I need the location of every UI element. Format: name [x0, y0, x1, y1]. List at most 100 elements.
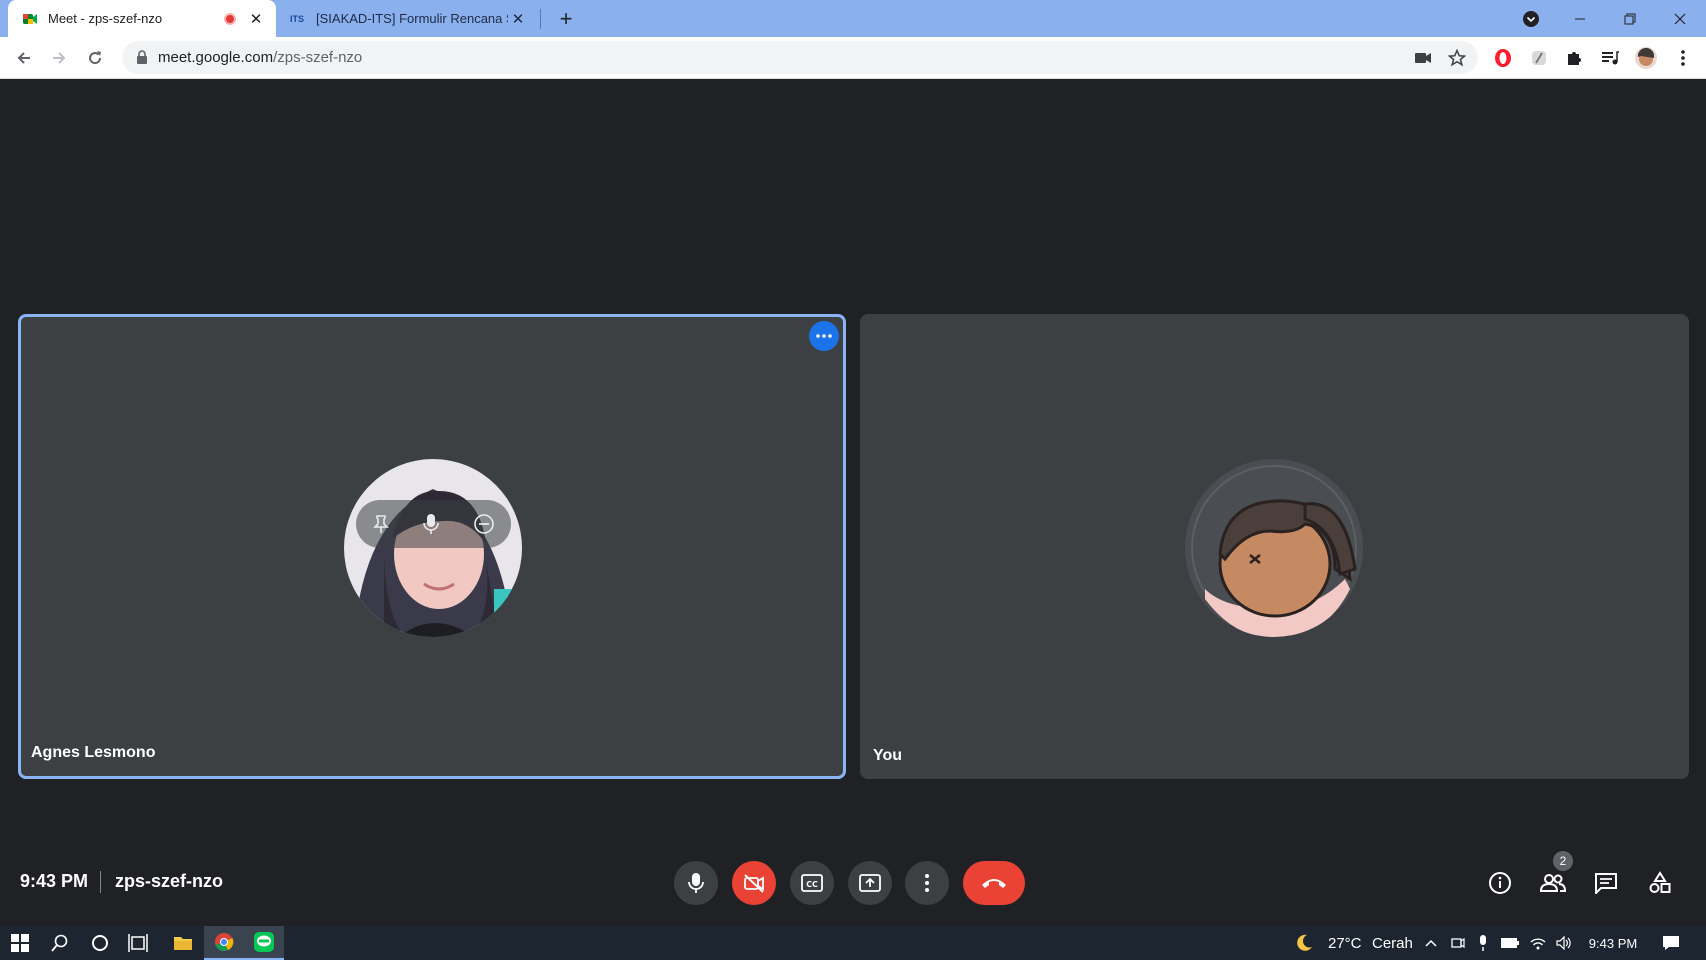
- svg-text:CC: CC: [806, 880, 818, 889]
- chevron-up-icon: [1425, 939, 1437, 947]
- chrome-taskbar-button[interactable]: [204, 926, 244, 960]
- weather-moon-icon[interactable]: [1292, 926, 1316, 960]
- browser-menu-button[interactable]: [1670, 45, 1696, 71]
- people-button[interactable]: [1536, 866, 1570, 900]
- people-count-badge: 2: [1553, 851, 1573, 871]
- extensions-button[interactable]: [1561, 45, 1587, 71]
- info-icon: [1489, 872, 1511, 894]
- url-text: meet.google.com/zps-szef-nzo: [158, 49, 362, 66]
- microphone-toggle-button[interactable]: [674, 861, 718, 905]
- moon-icon: [1297, 934, 1312, 951]
- task-view-button[interactable]: [118, 926, 158, 960]
- leave-call-button[interactable]: [963, 861, 1025, 905]
- meeting-time: 9:43 PM: [20, 871, 89, 891]
- lock-icon: [137, 50, 147, 64]
- weather-temperature[interactable]: 27°C: [1328, 935, 1362, 952]
- weather-condition[interactable]: Cerah: [1372, 935, 1413, 952]
- cortana-button[interactable]: [80, 926, 120, 960]
- pin-icon[interactable]: [372, 514, 390, 534]
- line-chat-icon: [254, 932, 274, 952]
- tab-siakad[interactable]: ITS [SIAKAD-ITS] Formulir Rencana St ✕: [280, 0, 538, 37]
- arrow-right-icon: [53, 52, 66, 64]
- chat-button[interactable]: [1589, 866, 1623, 900]
- participant-photo-avatar: [344, 459, 522, 637]
- meet-now-tray-icon[interactable]: [1447, 926, 1469, 960]
- minimize-button[interactable]: [1555, 0, 1605, 37]
- show-hidden-icons-button[interactable]: [1420, 926, 1442, 960]
- speaker-icon: [1556, 936, 1571, 950]
- camera-toggle-button[interactable]: [732, 861, 776, 905]
- present-to-all-icon: [859, 874, 881, 892]
- minimize-icon: [1575, 18, 1585, 19]
- notification-icon: [1663, 936, 1679, 950]
- meet-stage: Agnes Lesmono You: [0, 79, 1706, 926]
- camera-tray-icon: [1451, 937, 1465, 949]
- camera-in-use-button[interactable]: [1410, 45, 1436, 71]
- new-tab-button[interactable]: +: [554, 6, 578, 32]
- browser-toolbar: meet.google.com/zps-szef-nzo: [0, 37, 1706, 79]
- tab-title: [SIAKAD-ITS] Formulir Rencana St: [316, 11, 508, 26]
- search-button[interactable]: [40, 926, 80, 960]
- cartoon-avatar: [1185, 459, 1363, 637]
- recording-indicator-icon: [224, 12, 236, 25]
- self-avatar: [1185, 459, 1363, 637]
- more-vertical-icon: [1681, 50, 1685, 66]
- captions-button[interactable]: CC: [790, 861, 834, 905]
- puzzle-icon: [1568, 52, 1581, 65]
- participant-tile-agnes[interactable]: Agnes Lesmono: [18, 314, 846, 779]
- tile-hover-controls: [356, 500, 511, 548]
- file-explorer-button[interactable]: [163, 926, 203, 960]
- line-app-button[interactable]: [244, 926, 284, 960]
- microphone-tray-icon[interactable]: [1472, 926, 1494, 960]
- tile-more-options-button[interactable]: [809, 321, 839, 351]
- taskbar-clock[interactable]: 9:43 PM: [1580, 926, 1646, 960]
- meeting-code: zps-szef-nzo: [115, 871, 223, 891]
- opera-icon: [1495, 49, 1511, 67]
- notification-center-button[interactable]: [1656, 926, 1686, 960]
- participant-name: Agnes Lesmono: [31, 744, 156, 761]
- close-window-button[interactable]: [1655, 0, 1705, 37]
- address-bar[interactable]: meet.google.com/zps-szef-nzo: [122, 41, 1478, 74]
- profile-avatar-button[interactable]: [1633, 45, 1659, 71]
- shapes-icon: [1649, 871, 1671, 893]
- tab-meet[interactable]: Meet - zps-szef-nzo ✕: [8, 0, 276, 37]
- back-button[interactable]: [9, 43, 39, 73]
- cortana-circle-icon: [92, 935, 108, 951]
- google-meet-favicon-icon: [23, 13, 37, 24]
- chrome-icon: [215, 933, 234, 951]
- battery-tray-icon[interactable]: [1498, 926, 1522, 960]
- wifi-tray-icon[interactable]: [1526, 926, 1550, 960]
- microphone-icon[interactable]: [422, 513, 440, 535]
- meeting-details-button[interactable]: [1483, 866, 1517, 900]
- reload-button[interactable]: [80, 43, 110, 73]
- closed-captions-icon: CC: [801, 874, 823, 892]
- media-control-button[interactable]: [1597, 45, 1623, 71]
- chevron-down-circle-icon: [1523, 10, 1539, 27]
- participant-name: You: [873, 747, 903, 764]
- video-camera-icon: [1415, 53, 1431, 63]
- playlist-icon: [1602, 51, 1619, 65]
- search-icon: [51, 934, 68, 952]
- volume-tray-icon[interactable]: [1552, 926, 1576, 960]
- its-favicon-icon: ITS: [290, 13, 305, 24]
- participant-tile-you[interactable]: You: [860, 314, 1689, 779]
- more-options-button[interactable]: [905, 861, 949, 905]
- opera-extension-button[interactable]: [1490, 45, 1516, 71]
- tab-search-button[interactable]: [1506, 0, 1556, 37]
- close-tab-icon[interactable]: ✕: [508, 10, 528, 28]
- browser-tabstrip: Meet - zps-szef-nzo ✕ ITS [SIAKAD-ITS] F…: [0, 0, 1706, 37]
- more-vertical-icon: [925, 874, 929, 892]
- url-path: /zps-szef-nzo: [273, 49, 363, 66]
- bookmark-star-button[interactable]: [1444, 45, 1470, 71]
- remove-participant-icon[interactable]: [473, 513, 495, 535]
- close-tab-icon[interactable]: ✕: [246, 10, 266, 28]
- present-screen-button[interactable]: [848, 861, 892, 905]
- battery-icon: [1501, 938, 1519, 948]
- start-button[interactable]: [0, 926, 40, 960]
- restore-button[interactable]: [1605, 0, 1655, 37]
- windows-taskbar: 27°C Cerah 9:43 PM: [0, 926, 1706, 960]
- activities-button[interactable]: [1643, 866, 1677, 900]
- forward-button[interactable]: [44, 43, 74, 73]
- feather-extension-button[interactable]: [1526, 45, 1552, 71]
- more-horizontal-icon: [816, 334, 832, 338]
